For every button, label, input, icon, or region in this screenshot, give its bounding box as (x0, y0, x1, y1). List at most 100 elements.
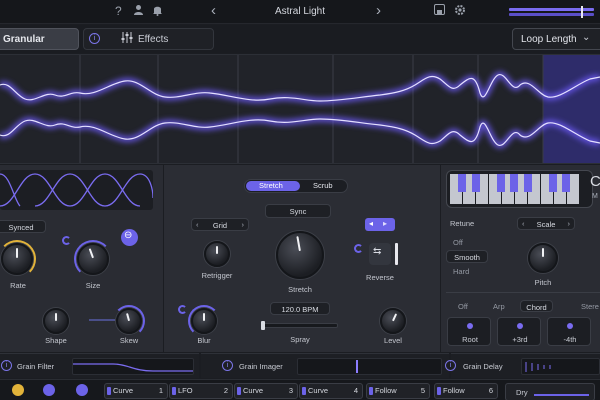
grain-imager-info-icon[interactable]: i (222, 360, 233, 371)
blur-mod-icon[interactable] (178, 305, 187, 314)
skew-label: Skew (119, 336, 139, 345)
reverse-nav[interactable]: ◂ ▸ (365, 218, 395, 231)
grain-delay-strip[interactable]: i Grain Delay (445, 353, 600, 378)
grain-shape-display[interactable] (0, 170, 153, 210)
grain-shape-panel: Synced ⊖ Rate Size Shape Skew (0, 165, 163, 352)
pitch-knob[interactable] (528, 243, 558, 273)
user-icon[interactable] (133, 4, 144, 18)
loop-length-dropdown[interactable]: Loop Length ⌄ (512, 28, 600, 50)
waveform-svg (0, 55, 600, 164)
grid-dropdown[interactable]: ‹ Grid › (191, 218, 249, 231)
grain-filter-preview (72, 358, 194, 375)
grain-filter-label: Grain Filter (17, 362, 55, 371)
chord-note-fourth-dot (567, 323, 573, 329)
section-tabs: Granular i Effects Loop Length ⌄ (0, 25, 600, 53)
mod-slot-5-marker (369, 387, 373, 395)
spray-slider-handle[interactable] (261, 321, 265, 330)
link-toggle[interactable]: ⊖ (121, 229, 138, 246)
question-icon[interactable]: ? (115, 4, 122, 18)
grain-delay-label: Grain Delay (463, 362, 503, 371)
reverse-fader[interactable] (395, 243, 398, 265)
mod-slot-6-number: 6 (488, 386, 493, 395)
bpm-display[interactable]: 120.0 BPM (270, 302, 330, 315)
prev-preset-button[interactable]: ‹ (211, 2, 216, 19)
mod-slot-6[interactable]: Follow 6 (434, 383, 498, 399)
chord-note-root[interactable]: Root (447, 317, 491, 346)
output-meter[interactable] (507, 6, 600, 18)
mod-slot-5[interactable]: Follow 5 (366, 383, 430, 399)
chord-note-third[interactable]: +3rd (497, 317, 541, 346)
scale-next-icon[interactable]: › (568, 219, 571, 228)
stretch-panel: Stretch Scrub Sync ‹ Grid › ◂ ▸ Retrigge… (164, 165, 440, 352)
chord-mode-stereo[interactable]: Stere (581, 302, 599, 311)
save-icon[interactable] (434, 4, 445, 18)
stretch-mode-toggle[interactable]: Stretch Scrub (244, 179, 348, 193)
piano-keyboard[interactable] (450, 174, 590, 204)
mod-slot-2-marker (172, 387, 176, 395)
reverse-button[interactable]: ⇆ (369, 243, 391, 265)
reverse-icon: ⇆ (373, 246, 382, 257)
loop-region[interactable] (543, 55, 600, 164)
mod-indicator-icon[interactable] (62, 236, 71, 245)
mod-slot-2[interactable]: LFO 2 (169, 383, 233, 399)
gear-icon[interactable] (454, 4, 466, 19)
dry-wet-control[interactable]: Dry (505, 383, 595, 400)
mod-slot-1[interactable]: Curve 1 (104, 383, 168, 399)
scale-prev-icon[interactable]: ‹ (522, 219, 525, 228)
level-knob[interactable] (380, 308, 406, 334)
preset-name[interactable]: Astral Light (230, 6, 370, 17)
grain-delay-info-icon[interactable]: i (445, 360, 456, 371)
dry-wet-slider[interactable] (534, 394, 589, 396)
pitch-label: Pitch (534, 278, 552, 287)
mode-scrub-label[interactable]: Scrub (313, 181, 333, 190)
reverse-mod-icon[interactable] (354, 244, 363, 253)
sync-button[interactable]: Sync (265, 204, 331, 218)
grid-prev-icon[interactable]: ‹ (196, 220, 199, 229)
macro-yellow-icon[interactable] (12, 384, 24, 396)
mod-slot-4[interactable]: Curve 4 (299, 383, 363, 399)
waveform-display[interactable] (0, 54, 600, 164)
retrigger-knob[interactable] (204, 241, 230, 267)
macro-purple-icon[interactable] (43, 384, 55, 396)
scale-dropdown[interactable]: ‹ Scale › (517, 217, 575, 230)
mod-slot-3[interactable]: Curve 3 (234, 383, 298, 399)
reverse-next-icon[interactable]: ▸ (383, 219, 387, 228)
retune-option-off[interactable]: Off (453, 238, 463, 247)
next-preset-button[interactable]: › (376, 2, 381, 19)
meter-handle[interactable] (581, 6, 583, 18)
chord-note-fourth[interactable]: -4th (547, 317, 591, 346)
mod-add-icon[interactable] (76, 384, 88, 396)
tab-granular[interactable]: Granular (0, 28, 79, 50)
scale-label: Scale (536, 220, 556, 229)
reverse-label: Reverse (366, 273, 394, 282)
tab-effects[interactable]: i Effects (83, 28, 214, 50)
skew-link-line (89, 319, 115, 321)
mode-stretch-label[interactable]: Stretch (259, 181, 283, 190)
retune-option-smooth-label: Smooth (454, 253, 480, 262)
grain-filter-info-icon[interactable]: i (1, 360, 12, 371)
stretch-knob[interactable] (276, 231, 324, 279)
grain-filter-strip[interactable]: i Grain Filter (0, 353, 199, 378)
keyboard-box: C M (446, 170, 600, 208)
key-label: C (590, 173, 600, 190)
chord-mode-off[interactable]: Off (458, 302, 468, 311)
reverse-prev-icon[interactable]: ◂ (369, 219, 373, 228)
grain-imager-strip[interactable]: i Grain Imager (201, 353, 449, 378)
retune-option-hard[interactable]: Hard (453, 267, 469, 276)
chord-mode-chord[interactable]: Chord (520, 300, 553, 312)
spray-slider[interactable] (261, 321, 338, 330)
info-icon[interactable]: i (89, 33, 100, 44)
level-knob-indicator (392, 313, 398, 322)
shape-knob[interactable] (43, 308, 69, 334)
sync-mode-dropdown[interactable]: Synced (0, 220, 46, 233)
retune-label: Retune (450, 219, 475, 228)
bpm-value: 120.0 BPM (281, 305, 319, 314)
retune-option-smooth[interactable]: Smooth (446, 250, 488, 263)
grid-next-icon[interactable]: › (242, 220, 245, 229)
retrigger-label: Retrigger (201, 271, 233, 280)
size-mod-ring (74, 240, 112, 278)
bell-icon[interactable] (152, 4, 163, 19)
rate-mod-ring (0, 240, 36, 278)
chord-mode-arp[interactable]: Arp (493, 302, 505, 311)
blur-label: Blur (197, 336, 211, 345)
